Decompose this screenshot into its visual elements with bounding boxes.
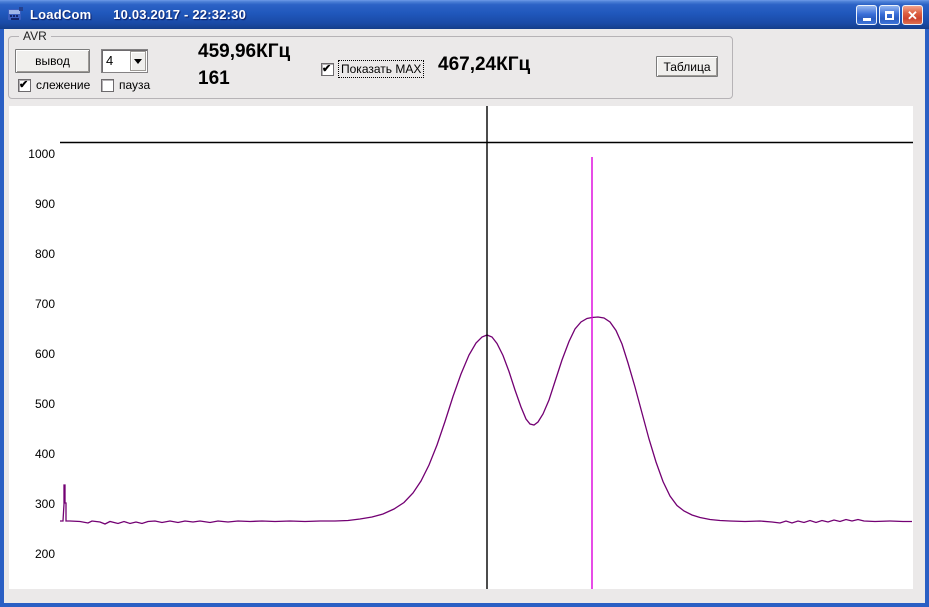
avg-select-value: 4 xyxy=(106,53,113,68)
show-max-checkbox[interactable]: Показать MAX xyxy=(321,61,423,77)
maximize-icon xyxy=(885,11,894,20)
maximize-button[interactable] xyxy=(879,5,900,25)
tracking-checkbox-box[interactable] xyxy=(18,79,31,92)
series-spectrum xyxy=(60,317,912,524)
table-button[interactable]: Таблица xyxy=(656,56,718,77)
app-icon xyxy=(7,6,24,23)
tracking-checkbox[interactable]: слежение xyxy=(18,78,90,92)
minimize-icon xyxy=(863,18,871,21)
count-readout: 161 xyxy=(198,68,230,90)
titlebar-datetime: 10.03.2017 - 22:32:30 xyxy=(113,7,246,22)
show-max-checkbox-label: Показать MAX xyxy=(339,61,423,77)
pause-checkbox[interactable]: пауза xyxy=(101,78,150,92)
chart-svg xyxy=(9,106,913,589)
close-icon: ✕ xyxy=(907,9,918,22)
avr-group-label: AVR xyxy=(19,29,51,43)
window-controls: ✕ xyxy=(856,5,923,25)
close-button[interactable]: ✕ xyxy=(902,5,923,25)
pause-checkbox-box[interactable] xyxy=(101,79,114,92)
pause-checkbox-label: пауза xyxy=(119,78,150,92)
app-window: LoadCom 10.03.2017 - 22:32:30 ✕ AVR выво… xyxy=(0,0,929,607)
avr-groupbox: AVR вывод 4 слежение пауза 459,96КГц 161 xyxy=(8,36,733,99)
show-max-checkbox-box[interactable] xyxy=(321,63,334,76)
client-area: AVR вывод 4 слежение пауза 459,96КГц 161 xyxy=(4,29,925,603)
titlebar[interactable]: LoadCom 10.03.2017 - 22:32:30 ✕ xyxy=(0,0,929,29)
window-title: LoadCom 10.03.2017 - 22:32:30 xyxy=(30,7,246,22)
avg-select[interactable]: 4 xyxy=(101,49,148,73)
minimize-button[interactable] xyxy=(856,5,877,25)
frequency-readout: 459,96КГц xyxy=(198,41,290,63)
app-name: LoadCom xyxy=(30,7,91,22)
output-button[interactable]: вывод xyxy=(15,49,90,73)
max-frequency-readout: 467,24КГц xyxy=(438,54,530,76)
tracking-checkbox-label: слежение xyxy=(36,78,90,92)
avg-select-dropdown-button[interactable] xyxy=(130,51,146,71)
chevron-down-icon xyxy=(134,59,142,64)
spectrum-chart[interactable]: 1000900800700600500400300200 xyxy=(9,106,913,589)
